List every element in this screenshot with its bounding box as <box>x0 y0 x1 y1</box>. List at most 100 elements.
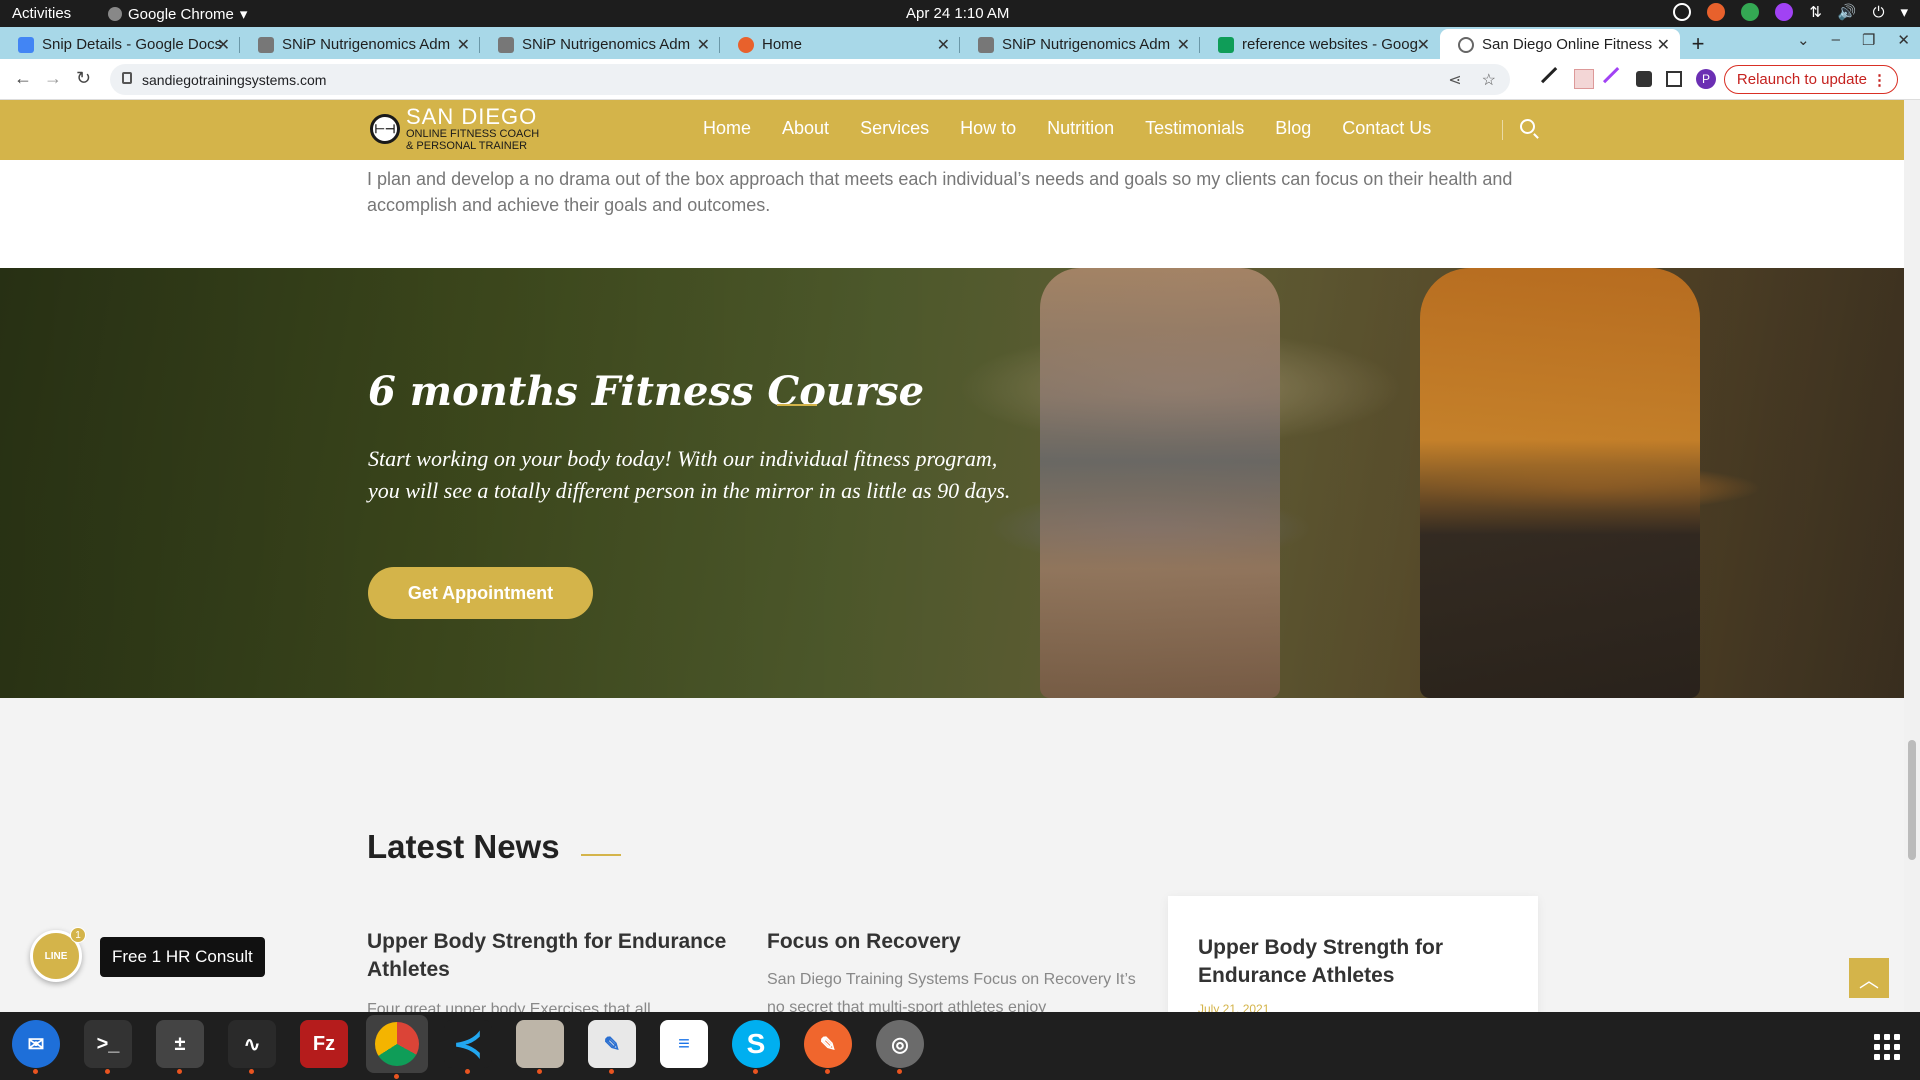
sync-icon[interactable] <box>1673 3 1692 21</box>
close-icon[interactable]: ✕ <box>1657 35 1670 55</box>
tab-search-icon[interactable]: ⌄ <box>1797 31 1810 49</box>
tab-title: SNiP Nutrigenomics Adm <box>282 35 451 53</box>
bookmark-star-icon[interactable]: ☆ <box>1482 70 1496 90</box>
news-card-3[interactable]: Upper Body Strength for Endurance Athlet… <box>1168 896 1538 1012</box>
tab-title: Snip Details - Google Docs <box>42 35 223 53</box>
menu-blog[interactable]: Blog <box>1275 118 1311 139</box>
chevron-up-icon: ︿ <box>1859 969 1879 992</box>
disk-icon[interactable]: ◎ <box>876 1020 924 1074</box>
menu-about[interactable]: About <box>782 118 829 139</box>
window-controls: ⌄ – ❐ ✕ <box>1797 31 1910 49</box>
relaunch-button[interactable]: Relaunch to update ⋮ <box>1723 65 1898 94</box>
calendar-extension-icon[interactable] <box>1574 69 1594 89</box>
heading-underline <box>581 854 621 856</box>
tab-reference-websites[interactable]: reference websites - Goog ✕ <box>1200 29 1440 59</box>
system-monitor-icon[interactable]: ∿ <box>228 1020 276 1074</box>
minimize-icon[interactable]: – <box>1832 31 1840 49</box>
news-card-1-title[interactable]: Upper Body Strength for Endurance Athlet… <box>367 928 747 984</box>
logo-line-1: SAN DIEGO <box>406 104 538 129</box>
lock-icon[interactable] <box>122 72 132 84</box>
chrome-tray-icon[interactable] <box>1707 3 1726 21</box>
chevron-down-icon[interactable]: ▾ <box>1900 3 1908 21</box>
tab-snip-admin-1[interactable]: SNiP Nutrigenomics Adm ✕ <box>240 29 480 59</box>
chrome-dock-icon[interactable] <box>366 1015 428 1079</box>
text-editor-icon[interactable]: ✎ <box>588 1020 636 1074</box>
tab-strip: Snip Details - Google Docs ✕ SNiP Nutrig… <box>0 27 1920 59</box>
close-icon[interactable]: ✕ <box>1177 35 1190 55</box>
logo-line-3: & PERSONAL TRAINER <box>406 140 528 152</box>
skype-icon[interactable]: S <box>732 1020 780 1074</box>
news-card-2-title[interactable]: Focus on Recovery <box>767 928 1147 956</box>
site-logo[interactable]: ⊢⊣ SAN DIEGO ONLINE FITNESS COACH & PERS… <box>370 106 539 152</box>
close-icon[interactable]: ✕ <box>697 35 710 55</box>
new-tab-button[interactable]: + <box>1680 29 1716 59</box>
fitness-course-banner: 6 months Fitness Course Start working on… <box>0 268 1904 698</box>
snip-icon <box>978 37 994 53</box>
eyedropper-extension-icon[interactable] <box>1540 66 1566 92</box>
scroll-to-top-button[interactable]: ︿ <box>1849 958 1889 998</box>
tab-title: SNiP Nutrigenomics Adm <box>522 35 691 53</box>
back-icon[interactable]: ← <box>14 68 32 89</box>
pen-extension-icon[interactable] <box>1602 66 1628 92</box>
address-bar[interactable]: sandiegotrainingsystems.com ⋖ ☆ <box>110 64 1510 95</box>
system-tray[interactable]: ⇅ 🔊 ⏻ ▾ <box>1673 3 1908 21</box>
restore-icon[interactable]: ❐ <box>1862 31 1875 49</box>
reload-icon[interactable]: ↻ <box>76 68 91 89</box>
app-menu[interactable]: Google Chrome ▾ <box>108 5 247 23</box>
activities-button[interactable]: Activities <box>12 5 71 22</box>
close-icon[interactable]: ✕ <box>217 35 230 55</box>
close-window-icon[interactable]: ✕ <box>1897 31 1910 49</box>
thunderbird-icon[interactable]: ✉ <box>12 1020 60 1074</box>
tab-snip-admin-3[interactable]: SNiP Nutrigenomics Adm ✕ <box>960 29 1200 59</box>
url-text[interactable]: sandiegotrainingsystems.com <box>142 72 326 88</box>
runner-woman-image <box>1040 268 1280 698</box>
profile-avatar[interactable]: P <box>1696 69 1716 89</box>
menu-services[interactable]: Services <box>860 118 929 139</box>
chrome-icon <box>108 7 122 21</box>
news-card-1-text: Four great upper body Exercises that all <box>367 1001 651 1012</box>
page-scrollbar[interactable] <box>1904 100 1920 1012</box>
postman-icon[interactable]: ✎ <box>804 1020 852 1074</box>
document-viewer-icon[interactable]: ≡ <box>660 1020 708 1068</box>
news-card-3-title[interactable]: Upper Body Strength for Endurance Athlet… <box>1198 934 1518 990</box>
close-icon[interactable]: ✕ <box>457 35 470 55</box>
get-appointment-button[interactable]: Get Appointment <box>368 567 593 619</box>
puzzle-extensions-icon[interactable] <box>1636 71 1652 87</box>
menu-contact-us[interactable]: Contact Us <box>1342 118 1431 139</box>
show-apps-icon[interactable] <box>1874 1034 1900 1060</box>
vscode-icon[interactable]: ≺ <box>444 1020 492 1074</box>
close-icon[interactable]: ✕ <box>1417 35 1430 55</box>
relaunch-label: Relaunch to update <box>1736 71 1867 88</box>
tab-san-diego-fitness[interactable]: San Diego Online Fitness ✕ <box>1440 29 1680 59</box>
tab-snip-details[interactable]: Snip Details - Google Docs ✕ <box>0 29 240 59</box>
menu-how-to[interactable]: How to <box>960 118 1016 139</box>
forward-icon[interactable]: → <box>44 68 62 89</box>
color-tray-icon[interactable] <box>1775 3 1794 21</box>
scrollbar-thumb[interactable] <box>1908 740 1916 860</box>
sheets-icon <box>1218 37 1234 53</box>
more-icon[interactable]: ⋮ <box>1872 71 1887 89</box>
terminal-icon[interactable]: >_ <box>84 1020 132 1074</box>
title-underline <box>777 404 817 406</box>
close-icon[interactable]: ✕ <box>937 35 950 55</box>
free-consult-tooltip[interactable]: Free 1 HR Consult <box>100 937 265 977</box>
menu-home[interactable]: Home <box>703 118 751 139</box>
menu-testimonials[interactable]: Testimonials <box>1145 118 1244 139</box>
clock[interactable]: Apr 24 1:10 AM <box>906 5 1009 22</box>
files-icon[interactable] <box>516 1020 564 1074</box>
tab-home[interactable]: Home ✕ <box>720 29 960 59</box>
power-icon[interactable]: ⏻ <box>1873 4 1885 21</box>
volume-icon[interactable]: 🔊 <box>1838 3 1857 21</box>
filezilla-icon[interactable]: Fz <box>300 1020 348 1068</box>
side-panel-icon[interactable] <box>1666 71 1682 87</box>
tab-snip-admin-2[interactable]: SNiP Nutrigenomics Adm ✕ <box>480 29 720 59</box>
search-icon[interactable] <box>1520 119 1535 134</box>
network-icon[interactable]: ⇅ <box>1809 3 1822 21</box>
intro-paragraph: I plan and develop a no drama out of the… <box>367 169 1513 215</box>
snip-icon <box>258 37 274 53</box>
menu-nutrition[interactable]: Nutrition <box>1047 118 1114 139</box>
share-icon[interactable]: ⋖ <box>1448 70 1461 90</box>
check-tray-icon[interactable] <box>1741 3 1760 21</box>
calculator-icon[interactable]: ± <box>156 1020 204 1074</box>
page-viewport: ⊢⊣ SAN DIEGO ONLINE FITNESS COACH & PERS… <box>0 100 1920 1012</box>
